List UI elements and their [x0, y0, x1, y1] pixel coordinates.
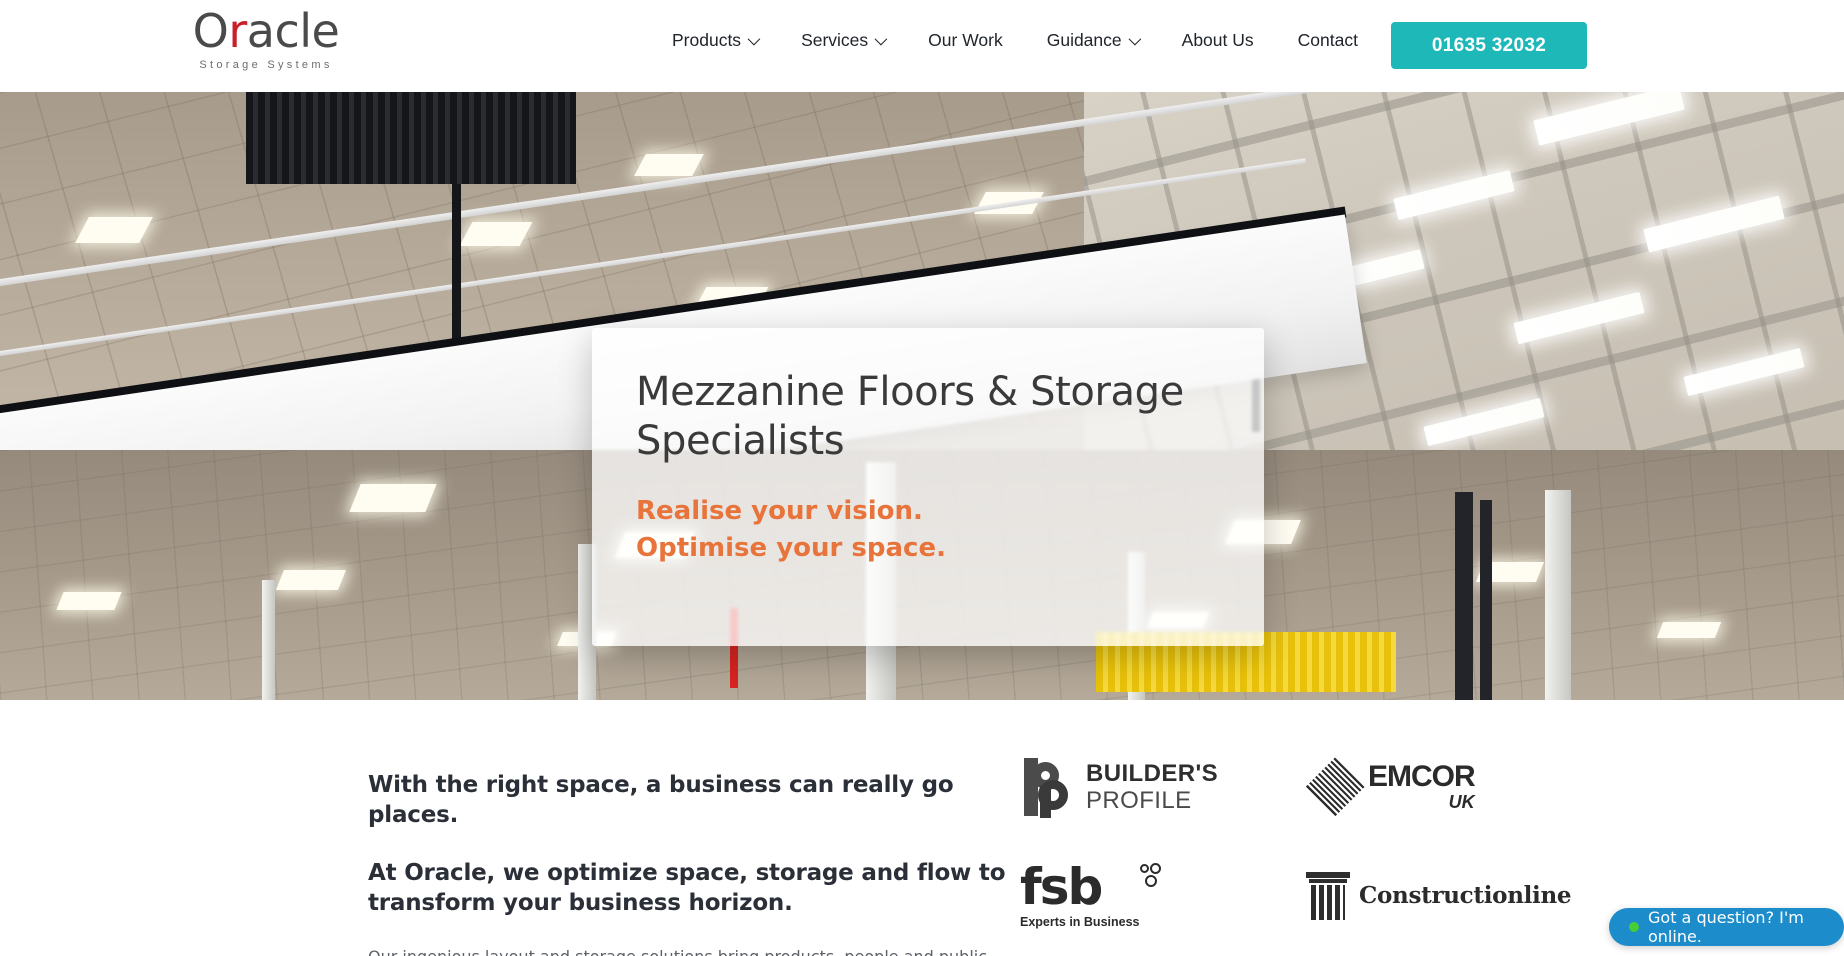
fsb-text: fsb Experts in Business [1020, 857, 1161, 929]
nav-label-contact: Contact [1297, 30, 1358, 50]
phone-cta-button[interactable]: 01635 32032 [1391, 22, 1587, 69]
certification-row-1: BUILDER'S PROFILE EMCOR UK [1020, 752, 1580, 822]
nav-item-products[interactable]: Products [650, 30, 779, 51]
logo-constructionline: Constructionline [1306, 860, 1572, 930]
logo-word-accent: r [228, 4, 247, 58]
hero-title: Mezzanine Floors & Storage Specialists [636, 369, 1184, 464]
logo-builders-profile: BUILDER'S PROFILE [1020, 752, 1270, 822]
intro-paragraph: Our ingenious layout and storage solutio… [368, 944, 1008, 956]
nav-label-guidance: Guidance [1046, 30, 1122, 50]
logo-fsb: fsb Experts in Business [1020, 860, 1270, 930]
nav-label-our-work: Our Work [928, 30, 1003, 50]
hero-subtitle-line2: Optimise your space. [636, 533, 946, 563]
builders-profile-text: BUILDER'S PROFILE [1086, 759, 1218, 814]
chevron-down-icon [747, 32, 761, 46]
logo-word-part1: O [192, 4, 229, 58]
intro-heading-2: At Oracle, we optimize space, storage an… [368, 860, 1006, 916]
hero-section: Mezzanine Floors & Storage Specialists R… [0, 92, 1844, 700]
chevron-down-icon [874, 32, 888, 46]
logo-emcor: EMCOR UK [1305, 752, 1556, 822]
nav-item-guidance[interactable]: Guidance [1025, 30, 1160, 51]
builders-profile-icon [1020, 756, 1076, 818]
site-logo[interactable]: Oracle Storage Systems [186, 5, 346, 83]
nav-label-about-us: About Us [1181, 30, 1254, 50]
chat-widget-label: Got a question? I'm online. [1648, 908, 1804, 946]
fsb-wordmark: fsb [1020, 857, 1103, 916]
intro-section: With the right space, a business can rea… [0, 700, 1844, 956]
page-root: Oracle Storage Systems Products Services… [0, 0, 1844, 956]
logo-subtitle: Storage Systems [199, 59, 333, 71]
logo-word-part2: acle [246, 4, 340, 58]
nav-item-contact[interactable]: Contact [1276, 30, 1380, 51]
emcor-line2: UK [1448, 792, 1475, 812]
chevron-down-icon [1128, 32, 1141, 46]
emcor-diamond-icon [1305, 757, 1365, 817]
builders-profile-line1: BUILDER'S [1086, 759, 1218, 787]
column-icon [1306, 870, 1350, 920]
nav-item-services[interactable]: Services [779, 30, 906, 51]
builders-profile-line2: PROFILE [1086, 786, 1192, 814]
site-header: Oracle Storage Systems Products Services… [0, 0, 1844, 92]
certification-row-2: fsb Experts in Business Constructionline [1020, 860, 1580, 930]
fsb-circles-icon [1139, 862, 1166, 888]
intro-copy: With the right space, a business can rea… [368, 770, 1008, 956]
nav-item-our-work[interactable]: Our Work [906, 30, 1025, 51]
nav-item-about-us[interactable]: About Us [1160, 30, 1276, 51]
certification-logos: BUILDER'S PROFILE EMCOR UK fsb Experts i… [1020, 752, 1580, 930]
online-status-dot-icon [1629, 922, 1639, 932]
nav-label-products: Products [672, 30, 742, 50]
emcor-text: EMCOR UK [1368, 760, 1476, 813]
hero-text-card: Mezzanine Floors & Storage Specialists R… [592, 328, 1264, 646]
intro-heading-1: With the right space, a business can rea… [368, 772, 954, 828]
fsb-tagline: Experts in Business [1020, 914, 1140, 929]
main-navigation: Products Services Our Work Guidance Abou… [650, 30, 1380, 51]
chat-widget-button[interactable]: Got a question? I'm online. [1609, 908, 1844, 946]
emcor-line1: EMCOR [1368, 760, 1476, 793]
nav-label-services: Services [801, 30, 869, 50]
constructionline-wordmark: Constructionline [1359, 881, 1572, 909]
hero-subtitle-line1: Realise your vision. [636, 496, 923, 526]
logo-wordmark: Oracle [186, 5, 346, 57]
hero-subtitle: Realise your vision. Optimise your space… [636, 493, 1196, 567]
